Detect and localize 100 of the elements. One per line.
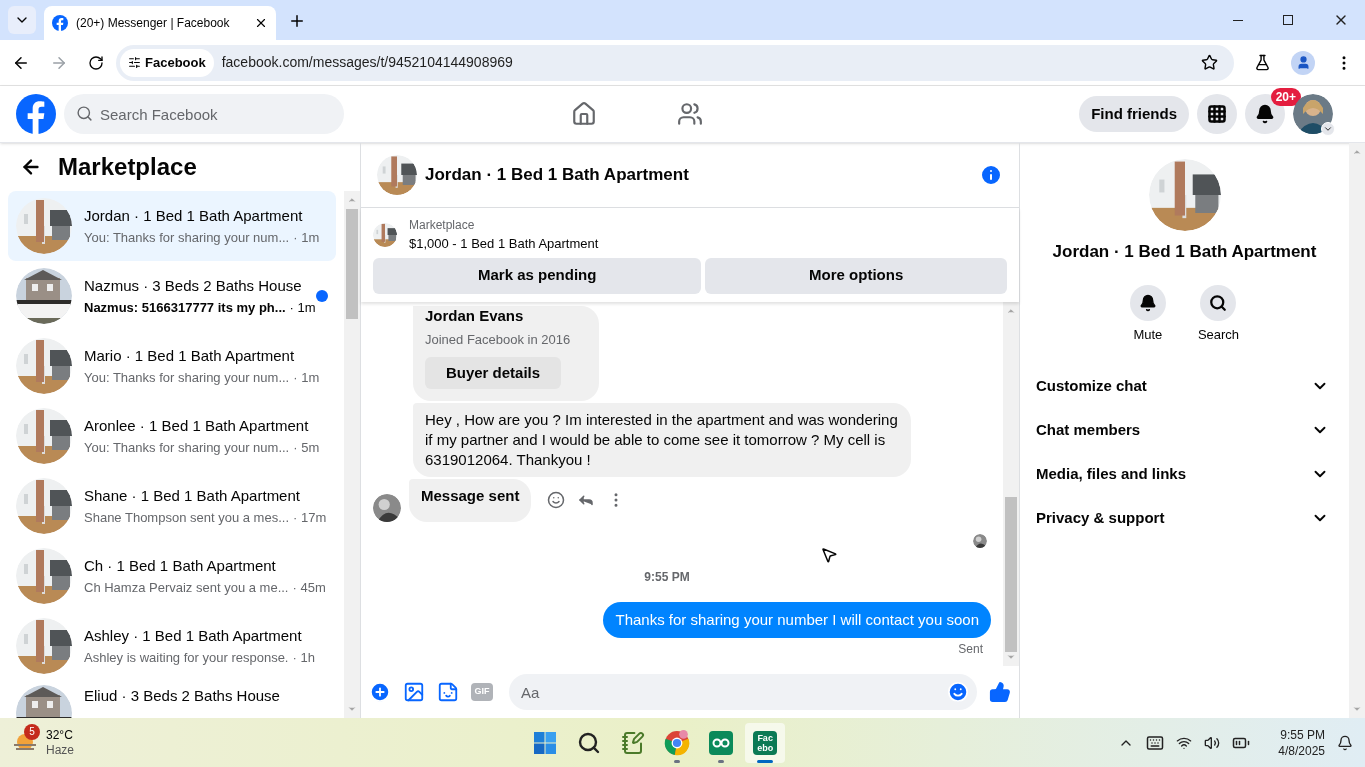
add-icon[interactable] [369,681,391,703]
buyer-name: Jordan Evans [425,305,525,326]
sidebar-title: Marketplace [58,152,197,182]
search-icon[interactable] [577,730,602,755]
facebook-logo-icon[interactable] [16,94,56,134]
site-settings-icon [128,56,141,69]
info-icon[interactable] [979,163,1003,187]
bell-icon [1138,293,1157,312]
sticker-icon[interactable] [437,681,459,703]
message-bubble: Hey , How are you ? Im interested in the apartment and was wondering if my partner and I would be able to come see it tomorrow ? My cell is 6319012064. Thankyou ! [413,403,911,477]
info-section-header[interactable]: Customize chat [1036,364,1333,408]
search-button[interactable] [1200,284,1237,321]
message-preview: Shane Thompson sent you a mes... [84,508,289,527]
flask-icon[interactable] [1254,54,1271,71]
home-icon[interactable] [570,101,597,127]
listing-label: Marketplace [409,217,476,234]
volume-icon[interactable] [1204,734,1221,751]
search-icon [76,105,93,122]
conversation-item[interactable]: Ch · 1 Bed 1 Bath Apartment Ch Hamza Pervaiz sent you a me... · 45m [8,541,336,611]
message-time: · 1m [293,368,320,387]
search-field[interactable]: Search Facebook [64,94,344,134]
chevron-down-icon [1323,124,1333,134]
bell-icon [1255,104,1275,124]
scroll-thumb[interactable] [1005,497,1017,652]
conversation-item[interactable]: Nazmus · 3 Beds 2 Baths House Nazmus: 5166317777 its my ph... · 1m [8,261,336,331]
action-label: Search [1197,325,1240,344]
reload-icon[interactable] [88,54,104,71]
buyer-joined: Joined Facebook in 2016 [425,330,572,349]
restore-icon[interactable] [1283,15,1293,25]
facebook-app-icon[interactable]: Fac ebo [753,730,778,755]
conversation-item[interactable]: Aronlee · 1 Bed 1 Bath Apartment You: Thanks for sharing your num... · 5m [8,401,336,471]
info-section-header[interactable]: Privacy & support [1036,496,1333,540]
mute-button[interactable] [1129,284,1166,321]
info-section-header[interactable]: Chat members [1036,408,1333,452]
section-label: Chat members [1036,419,1141,440]
minimize-icon[interactable] [1233,19,1243,21]
message-bubble: Message sent [409,479,532,522]
browser-tab[interactable]: (20+) Messenger | Facebook [44,6,276,40]
clock-time[interactable]: 9:55 PM [1280,726,1325,743]
listing-action-button[interactable]: More options [705,257,1007,294]
message-preview: You: Thanks for sharing your num... [84,228,290,247]
find-friends-button[interactable]: Find friends [1079,96,1189,132]
windows-logo-icon[interactable] [533,730,558,755]
menu-button[interactable] [1197,94,1237,134]
notifications-icon[interactable] [1337,734,1353,751]
scroll-thumb[interactable] [346,209,358,319]
message-field[interactable]: Aa [509,674,977,710]
message-preview: Ch Hamza Pervaiz sent you a me... [84,578,289,597]
conversation-item[interactable]: Jordan · 1 Bed 1 Bath Apartment You: Thanks for sharing your num... · 1m [8,191,336,261]
new-tab-icon[interactable] [288,12,306,30]
close-icon[interactable] [254,16,268,30]
photo-icon[interactable] [403,681,425,703]
like-icon[interactable] [989,681,1011,703]
section-label: Customize chat [1036,375,1147,396]
app-icon[interactable] [709,730,734,755]
scrollbar[interactable] [344,191,360,718]
notification-badge: 20+ [1270,88,1301,106]
action-label: Mute [1133,325,1163,344]
conversation-title: Aronlee · 1 Bed 1 Bath Apartment [84,416,310,436]
mouse-cursor-icon [820,546,838,564]
friends-icon[interactable] [676,101,703,127]
bookmark-icon[interactable] [1201,54,1218,71]
scrollbar[interactable] [1003,301,1019,666]
conversation-title: Nazmus · 3 Beds 2 Baths House [84,276,303,296]
profile-icon[interactable] [1291,50,1315,75]
conversation-title: Ashley · 1 Bed 1 Bath Apartment [84,626,303,646]
message-preview: Nazmus: 5166317777 its my ph... [84,298,286,317]
message-preview: Ashley is waiting for your response. [84,648,289,667]
message-time: · 45m [292,578,326,597]
message-time: · 5m [293,438,320,457]
notepad-icon[interactable] [621,730,646,755]
conversation-title: Mario · 1 Bed 1 Bath Apartment [84,346,296,366]
temperature: 32°C [46,727,74,743]
site-info-chip[interactable]: Facebook [120,48,214,77]
message-time: · 1m [293,228,320,247]
conversation-title: Shane · 1 Bed 1 Bath Apartment [84,486,301,506]
conversation-item[interactable]: Mario · 1 Bed 1 Bath Apartment You: Thanks for sharing your num... · 1m [8,331,336,401]
conversation-name: Jordan · 1 Bed 1 Bath Apartment [1052,241,1317,263]
listing-title[interactable]: $1,000 - 1 Bed 1 Bath Apartment [409,234,599,254]
chrome-icon[interactable] [664,729,691,756]
conversation-item[interactable]: Ashley · 1 Bed 1 Bath Apartment Ashley is waiting for your response. · 1h [8,611,336,681]
message-time: · 1h [292,648,315,667]
emoji-icon[interactable] [947,681,969,703]
timestamp: 9:55 PM [644,568,690,586]
listing-action-button[interactable]: Mark as pending [373,257,702,294]
message-preview: You: Thanks for sharing your num... [84,438,290,457]
conversation-title: Eliud · 3 Beds 2 Baths House [84,686,281,706]
keyboard-icon[interactable] [1146,733,1165,752]
conversation-item[interactable]: Shane · 1 Bed 1 Bath Apartment Shane Thompson sent you a mes... · 17m [8,471,336,541]
search-icon [1209,293,1228,312]
address-bar[interactable]: Facebook facebook.com/messages/t/9452104144908969 [116,44,1234,81]
tab-list-button[interactable] [8,6,36,34]
buyer-details-button[interactable]: Buyer details [425,357,561,389]
react-icon[interactable] [547,491,566,510]
clock-date[interactable]: 4/8/2025 [1278,742,1325,759]
info-section-header[interactable]: Media, files and links [1036,452,1333,496]
conversation-title: Jordan · 1 Bed 1 Bath Apartment [84,206,304,226]
taskbar-button[interactable]: Fac ebo [745,722,786,763]
grid-icon [1207,104,1227,124]
caret-icon[interactable] [1321,122,1335,136]
